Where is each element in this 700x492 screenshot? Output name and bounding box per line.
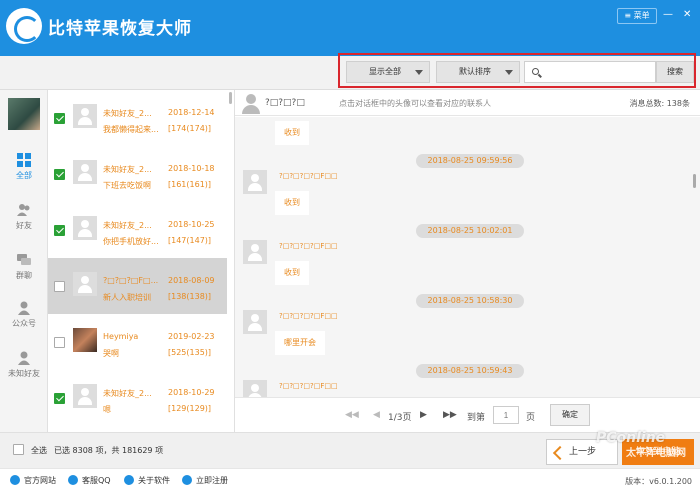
confirm-button[interactable]: 确定 [550, 404, 590, 426]
chat-contact-name: ?□?□?□ [265, 98, 305, 108]
contact-checkbox[interactable] [54, 393, 65, 404]
grid-icon [17, 153, 31, 167]
message-bubble: 哪里开会 [275, 331, 325, 355]
highlight-box [338, 53, 696, 88]
nav-item-unknown-friend[interactable]: 未知好友 [0, 348, 48, 390]
message-bubble: 收到 [275, 121, 309, 145]
qq-icon [68, 475, 78, 485]
contact-checkbox[interactable] [54, 169, 65, 180]
contact-item[interactable]: 未知好友_2... 2018-10-29 嗯 [129(129)] [48, 370, 227, 426]
contact-checkbox[interactable] [54, 113, 65, 124]
register-link[interactable]: 立即注册 [182, 475, 228, 486]
register-icon [182, 475, 192, 485]
status-bar: 官方网站 客服QQ 关于软件 立即注册 版本：v6.0.1.200 [0, 468, 700, 492]
info-icon [124, 475, 134, 485]
contact-avatar [73, 328, 97, 352]
bottom-bar: 全选 已选 8308 项，共 181629 项 上一步 恢复到电脑 [0, 432, 700, 468]
message-timestamp: 2018-08-25 10:58:30 [416, 294, 524, 308]
next-page-icon[interactable]: ▶ [420, 410, 427, 420]
contact-item[interactable]: 未知好友_2... 2018-10-18 下班去吃饭啊 [161(161)] [48, 146, 227, 202]
scrollbar-thumb[interactable] [693, 174, 696, 188]
last-page-icon[interactable]: ▶▶ [443, 410, 457, 420]
pagination: ◀◀ ◀ 1/3页 ▶ ▶▶ 到第 页 确定 [235, 397, 700, 432]
message-total: 消息总数: 138条 [629, 99, 690, 108]
contact-avatar [73, 104, 97, 128]
nav-item-group-chat[interactable]: 群聊 [0, 250, 48, 292]
contact-item[interactable]: Heymiya 2019-02-23 哭啊 [525(135)] [48, 314, 227, 370]
nav-sidebar: 全部 好友 群聊 公众号 未知好友 [0, 90, 48, 432]
contact-avatar-icon[interactable] [241, 92, 261, 114]
nav-item-all[interactable]: 全部 [0, 150, 48, 192]
sender-name: ?□?□?□?□F□□ [279, 382, 338, 390]
version-label: 版本：v6.0.1.200 [625, 477, 692, 486]
unknown-friend-icon [18, 351, 30, 365]
chat-header: ?□?□?□ 点击对话框中的头像可以查看对应的联系人 消息总数: 138条 [235, 90, 700, 116]
contact-avatar [73, 160, 97, 184]
sender-avatar[interactable] [243, 240, 267, 264]
app-title: 比特苹果恢复大师 [48, 19, 192, 39]
message-timestamp: 2018-08-25 10:59:43 [416, 364, 524, 378]
select-all-label[interactable]: 全选 [31, 445, 47, 456]
close-icon[interactable]: ✕ [683, 8, 691, 22]
title-bar: 比特苹果恢复大师 ≡ 菜单 — ✕ [0, 0, 700, 56]
official-site-link[interactable]: 官方网站 [10, 475, 56, 486]
contact-checkbox[interactable] [54, 281, 65, 292]
contact-avatar [73, 272, 97, 296]
contact-list: 未知好友_2... 2018-12-14 我都懒得起来... [174(174)… [48, 90, 235, 432]
contact-item[interactable]: 未知好友_2... 2018-12-14 我都懒得起来... [174(174)… [48, 90, 227, 146]
contact-avatar [73, 384, 97, 408]
group-chat-icon [17, 254, 31, 265]
sender-avatar[interactable] [243, 310, 267, 334]
user-avatar[interactable] [8, 98, 40, 130]
nav-item-friends[interactable]: 好友 [0, 200, 48, 242]
home-icon [10, 475, 20, 485]
contact-item[interactable]: ?□?□?□F□... 2018-08-09 新人入职培训 [138(138)] [48, 258, 227, 314]
menu-button[interactable]: ≡ 菜单 [617, 8, 657, 24]
app-logo-icon [6, 8, 42, 44]
prev-page-icon[interactable]: ◀ [373, 410, 380, 420]
selection-stats: 已选 8308 项，共 181629 项 [54, 446, 164, 455]
select-all-checkbox[interactable] [13, 444, 24, 455]
message-bubble: 收到 [275, 261, 309, 285]
first-page-icon[interactable]: ◀◀ [345, 410, 359, 420]
watermark-subtitle: 太平洋电脑网 [626, 448, 686, 459]
contact-checkbox[interactable] [54, 337, 65, 348]
about-link[interactable]: 关于软件 [124, 475, 170, 486]
message-timestamp: 2018-08-25 09:59:56 [416, 154, 524, 168]
message-bubble: 收到 [275, 191, 309, 215]
contact-checkbox[interactable] [54, 225, 65, 236]
message-timestamp: 2018-08-25 10:02:01 [416, 224, 524, 238]
chat-scrollbar[interactable] [692, 117, 698, 397]
contact-avatar [73, 216, 97, 240]
chat-area: 收到 2018-08-25 09:59:56 ?□?□?□?□F□□ 收到 20… [235, 117, 700, 397]
page-info: 1/3页 [388, 413, 412, 423]
sender-name: ?□?□?□?□F□□ [279, 242, 338, 250]
page-number-input[interactable] [493, 406, 519, 424]
sender-avatar[interactable] [243, 380, 267, 397]
contact-item[interactable]: 未知好友_2... 2018-10-25 你把手机放好... [147(147)… [48, 202, 227, 258]
nav-item-official-account[interactable]: 公众号 [0, 298, 48, 340]
chat-hint: 点击对话框中的头像可以查看对应的联系人 [339, 99, 491, 108]
sender-name: ?□?□?□?□F□□ [279, 172, 338, 180]
contact-list-scrollbar[interactable] [227, 90, 235, 432]
friends-icon [17, 204, 30, 216]
goto-label: 到第 [467, 413, 486, 423]
support-qq-link[interactable]: 客服QQ [68, 475, 111, 486]
minimize-icon[interactable]: — [663, 8, 673, 22]
page-unit: 页 [526, 413, 536, 423]
scrollbar-thumb[interactable] [229, 92, 232, 104]
official-account-icon [18, 301, 30, 315]
sender-avatar[interactable] [243, 170, 267, 194]
sender-name: ?□?□?□?□F□□ [279, 312, 338, 320]
